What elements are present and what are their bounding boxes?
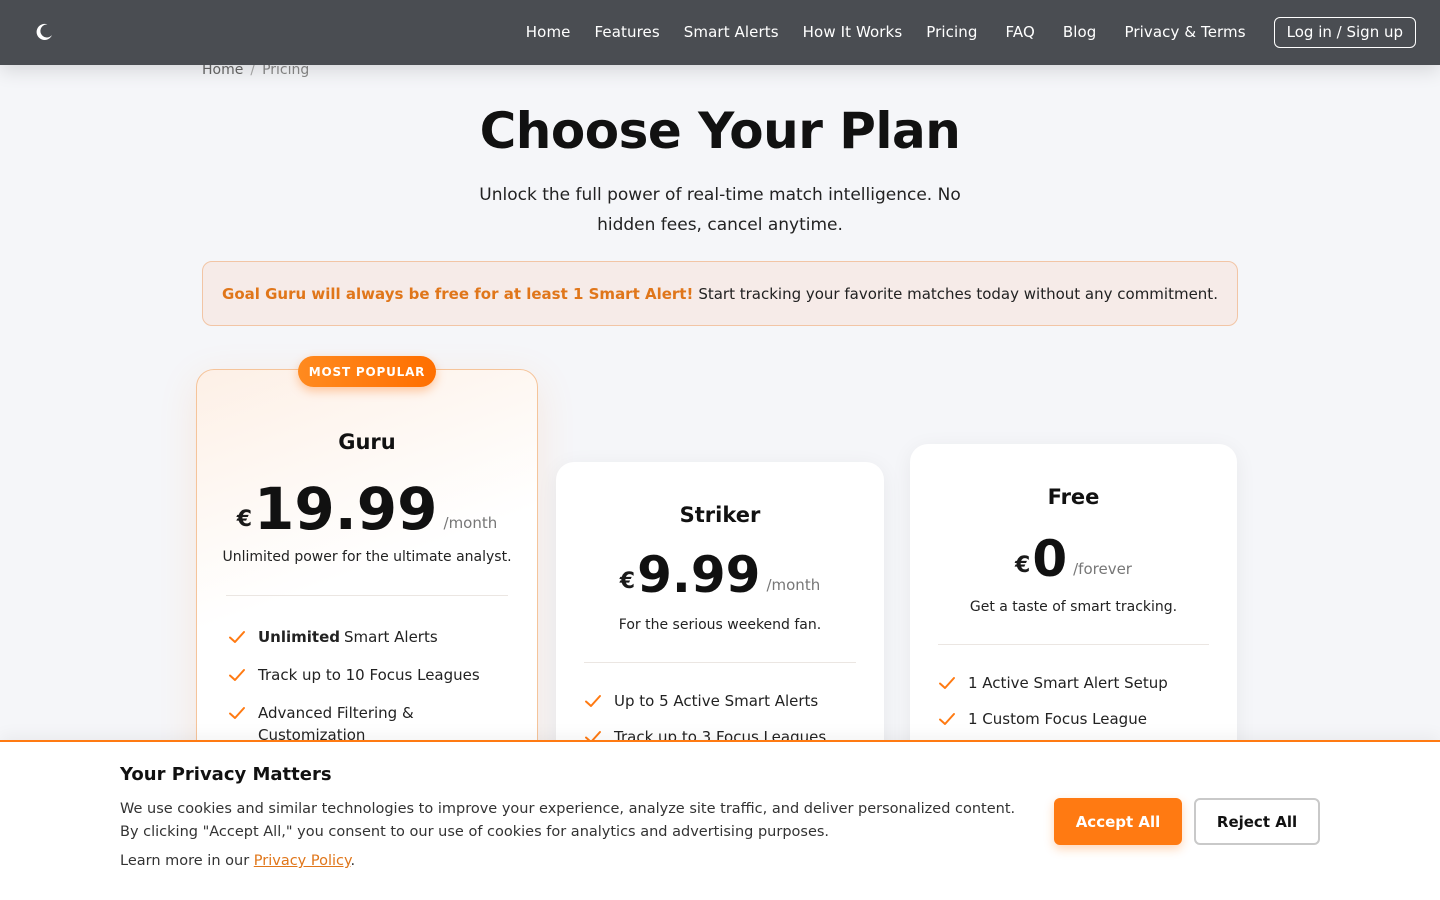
check-icon — [939, 713, 955, 725]
plan-description: For the serious weekend fan. — [618, 617, 822, 633]
plan-description: Get a taste of smart tracking. — [969, 599, 1178, 615]
accept-all-button[interactable]: Accept All — [1054, 798, 1182, 845]
feature-text: Up to 5 Active Smart Alerts — [614, 692, 819, 710]
feature-item: Up to 5 Active Smart Alerts — [584, 690, 856, 712]
price-amount: 19.99 — [254, 475, 438, 543]
feature-text: Track up to 10 Focus Leagues — [258, 666, 480, 684]
plan-price: € 9.99 /month — [556, 550, 884, 600]
nav-faq[interactable]: FAQ — [1006, 23, 1035, 41]
banner-text: Start tracking your favorite matches tod… — [698, 284, 1218, 303]
divider — [938, 644, 1209, 645]
price-amount: 0 — [1032, 530, 1068, 588]
learn-prefix: Learn more in our — [120, 853, 250, 869]
cookie-title: Your Privacy Matters — [120, 764, 332, 785]
page-title: Choose Your Plan — [479, 102, 961, 160]
cookie-consent-banner: Your Privacy Matters We use cookies and … — [0, 740, 1440, 900]
plan-name: Guru — [338, 430, 396, 454]
plan-name: Striker — [679, 503, 761, 527]
feature-item: 1 Custom Focus League — [938, 708, 1209, 730]
free-tier-banner: Goal Guru will always be free for at lea… — [202, 261, 1238, 326]
check-icon — [229, 707, 245, 719]
feature-item: Unlimited Smart Alerts — [228, 626, 498, 648]
nav-features[interactable]: Features — [594, 23, 659, 41]
check-icon — [229, 669, 245, 681]
learn-suffix: . — [350, 853, 356, 869]
price-period: /month — [443, 514, 498, 532]
plan-name: Free — [1047, 485, 1100, 509]
plan-description: Unlimited power for the ultimate analyst… — [222, 549, 512, 565]
price-currency: € — [236, 507, 253, 532]
price-currency: € — [1015, 553, 1031, 578]
price-currency: € — [619, 569, 636, 594]
feature-item: Track up to 10 Focus Leagues — [228, 664, 498, 686]
feature-list: Unlimited Smart Alerts Track up to 10 Foc… — [228, 626, 498, 746]
nav-pricing[interactable]: Pricing — [926, 23, 977, 41]
most-popular-badge: MOST POPULAR — [298, 356, 436, 387]
feature-text: Smart Alerts — [344, 628, 438, 646]
cookie-learn-more: Learn more in our Privacy Policy. — [120, 853, 355, 869]
cookie-text: We use cookies and similar technologies … — [120, 801, 1016, 840]
nav-privacy-terms[interactable]: Privacy & Terms — [1124, 23, 1245, 41]
check-icon — [939, 677, 955, 689]
plan-price: € 0 /forever — [910, 534, 1237, 584]
price-amount: 9.99 — [637, 546, 761, 604]
nav-how-it-works[interactable]: How It Works — [803, 23, 903, 41]
plan-price: € 19.99 /month — [197, 480, 537, 538]
price-period: /forever — [1073, 560, 1132, 578]
banner-highlight: Goal Guru will always be free for at lea… — [222, 284, 694, 303]
top-navbar: Home Features Smart Alerts How It Works … — [0, 0, 1440, 65]
page-subtitle: Unlock the full power of real-time match… — [479, 185, 961, 235]
login-signup-button[interactable]: Log in / Sign up — [1273, 16, 1416, 48]
divider — [226, 595, 508, 596]
nav-smart-alerts[interactable]: Smart Alerts — [684, 23, 779, 41]
check-icon — [229, 631, 245, 643]
feature-bold: Unlimited — [258, 628, 340, 646]
nav-blog[interactable]: Blog — [1063, 23, 1097, 41]
divider — [584, 662, 856, 663]
feature-text: 1 Custom Focus League — [968, 710, 1147, 728]
price-period: /month — [766, 576, 821, 594]
feature-text: 1 Active Smart Alert Setup — [968, 674, 1168, 692]
feature-list: 1 Active Smart Alert Setup 1 Custom Focu… — [938, 672, 1209, 730]
check-icon — [585, 695, 601, 707]
moon-icon[interactable] — [34, 22, 54, 42]
privacy-policy-link[interactable]: Privacy Policy — [254, 853, 351, 869]
nav-home[interactable]: Home — [526, 23, 571, 41]
feature-item: 1 Active Smart Alert Setup — [938, 672, 1209, 694]
reject-all-button[interactable]: Reject All — [1194, 798, 1320, 845]
main-nav: Home Features Smart Alerts How It Works … — [502, 16, 1416, 48]
